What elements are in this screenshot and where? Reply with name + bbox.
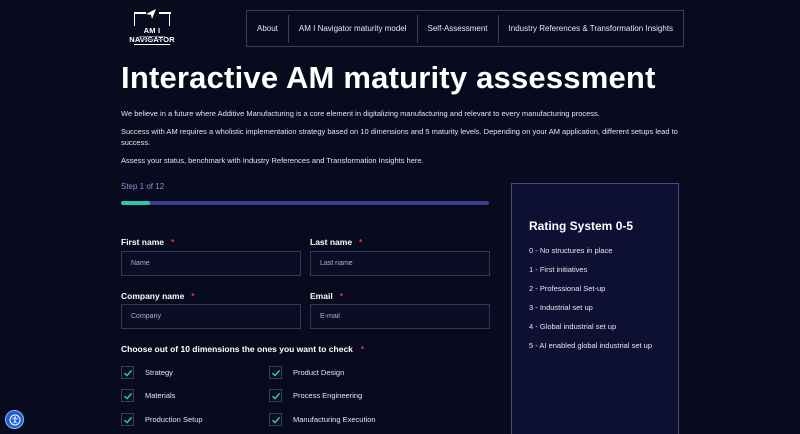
logo[interactable]: AM I NAVIGATOR — [121, 9, 183, 47]
progress-bar-fill — [121, 201, 151, 205]
rating-item: 2 - Professional Set-up — [529, 284, 606, 293]
dimension-label: Production Setup — [145, 415, 203, 424]
dimension-label: Product Design — [293, 368, 345, 377]
last-name-input[interactable] — [310, 251, 490, 276]
dimension-product-design[interactable]: Product Design — [269, 366, 344, 379]
dimension-label: Manufacturing Execution — [293, 415, 376, 424]
rating-item: 5 - AI enabled global industrial set up — [529, 341, 652, 350]
required-mark: * — [339, 291, 343, 301]
checkbox[interactable] — [269, 366, 282, 379]
dimensions-title: Choose out of 10 dimensions the ones you… — [121, 344, 364, 354]
checkbox[interactable] — [269, 389, 282, 402]
required-mark: * — [171, 237, 175, 247]
nav-industry-references[interactable]: Industry References & Transformation Ins… — [497, 14, 684, 43]
check-icon — [123, 392, 132, 400]
checkbox[interactable] — [121, 413, 134, 426]
nav-self-assessment[interactable]: Self-Assessment — [416, 14, 498, 43]
check-icon — [123, 416, 132, 424]
intro-paragraph: Success with AM requires a wholistic imp… — [121, 127, 678, 147]
last-name-label: Last name * — [310, 237, 362, 247]
required-mark: * — [360, 344, 365, 354]
dimension-production-setup[interactable]: Production Setup — [121, 413, 203, 426]
rating-item: 3 - Industrial set up — [529, 303, 593, 312]
email-label-text: Email — [310, 291, 333, 301]
intro-paragraph: Assess your status, benchmark with Indus… — [121, 156, 424, 165]
page-title: Interactive AM maturity assessment — [121, 60, 656, 95]
required-mark: * — [359, 237, 363, 247]
dimension-process-engineering[interactable]: Process Engineering — [269, 389, 362, 402]
company-label: Company name * — [121, 291, 195, 301]
nav-about[interactable]: About — [247, 15, 288, 43]
dimension-materials[interactable]: Materials — [121, 389, 175, 402]
dimensions-title-text: Choose out of 10 dimensions the ones you… — [121, 344, 353, 354]
check-icon — [271, 416, 280, 424]
required-mark: * — [191, 291, 195, 301]
dimension-manufacturing-execution[interactable]: Manufacturing Execution — [269, 413, 376, 426]
dimension-label: Strategy — [145, 368, 173, 377]
paper-plane-icon — [145, 8, 157, 22]
email-label: Email * — [310, 291, 343, 301]
intro-paragraph: We believe in a future where Additive Ma… — [121, 109, 600, 118]
company-label-text: Company name — [121, 291, 185, 301]
dimension-label: Materials — [145, 391, 176, 400]
rating-item: 1 - First initiatives — [529, 265, 588, 274]
rating-item: 4 - Global industrial set up — [529, 322, 617, 331]
dimension-label: Process Engineering — [293, 391, 363, 400]
checkbox[interactable] — [121, 366, 134, 379]
dimension-strategy[interactable]: Strategy — [121, 366, 173, 379]
accessibility-icon[interactable] — [5, 410, 24, 429]
checkbox[interactable] — [121, 389, 134, 402]
rating-item: 0 - No structures in place — [529, 246, 613, 255]
first-name-input[interactable] — [121, 251, 301, 276]
last-name-label-text: Last name — [310, 237, 353, 247]
check-icon — [123, 369, 132, 377]
rating-title: Rating System 0-5 — [529, 219, 634, 233]
rating-system-panel: Rating System 0-5 0 - No structures in p… — [511, 183, 679, 434]
first-name-label-text: First name — [121, 237, 164, 247]
logo-subtitle-lines — [139, 36, 165, 40]
main-nav: About AM I Navigator maturity model Self… — [246, 10, 685, 47]
first-name-label: First name * — [121, 237, 174, 247]
check-icon — [271, 369, 280, 377]
logo-text: AM I NAVIGATOR — [121, 26, 183, 44]
progress-bar — [121, 201, 489, 205]
checkbox[interactable] — [269, 413, 282, 426]
step-indicator: Step 1 of 12 — [121, 182, 165, 191]
email-input[interactable] — [310, 304, 490, 329]
company-input[interactable] — [121, 304, 301, 329]
check-icon — [271, 392, 280, 400]
nav-maturity-model[interactable]: AM I Navigator maturity model — [287, 14, 417, 43]
